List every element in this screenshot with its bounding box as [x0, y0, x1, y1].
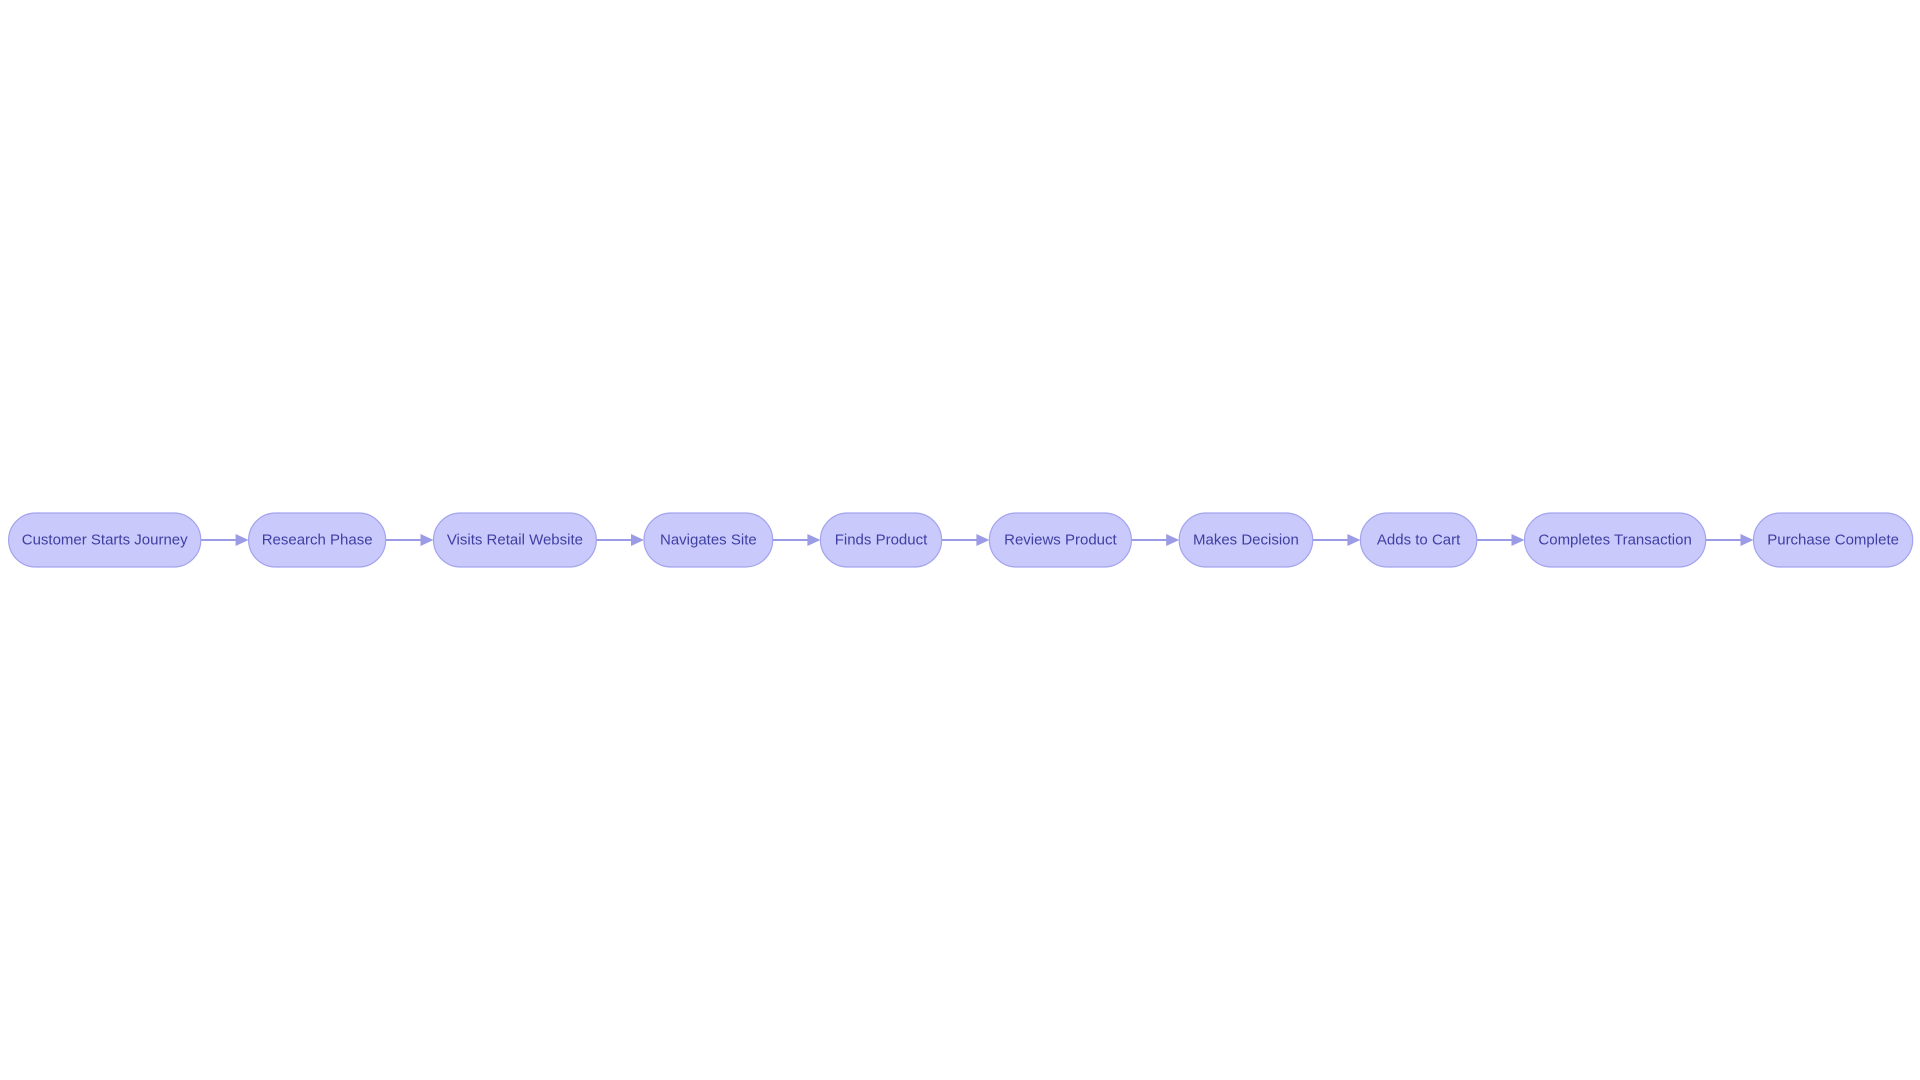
node-label: Makes Decision	[1193, 532, 1299, 549]
edge-n6-n7	[1131, 534, 1180, 546]
node-label: Navigates Site	[660, 532, 757, 549]
node-label: Visits Retail Website	[447, 532, 583, 549]
node-n4: Navigates Site	[643, 512, 774, 568]
node-n2: Research Phase	[248, 512, 387, 568]
edge-n9-n10	[1705, 534, 1754, 546]
node-n5: Finds Product	[819, 512, 943, 568]
edge-n7-n8	[1312, 534, 1361, 546]
node-label: Completes Transaction	[1538, 532, 1691, 549]
arrowhead-icon	[1347, 534, 1361, 546]
arrowhead-icon	[976, 534, 990, 546]
edge-n2-n3	[385, 534, 434, 546]
node-n8: Adds to Cart	[1359, 512, 1478, 568]
arrowhead-icon	[1511, 534, 1525, 546]
arrowhead-icon	[631, 534, 644, 546]
arrowhead-icon	[235, 534, 249, 546]
flowchart-diagram: Customer Starts Journey Research Phase Vis…	[8, 512, 1914, 568]
node-label: Adds to Cart	[1377, 532, 1461, 549]
node-label: Purchase Complete	[1767, 532, 1899, 549]
edge-n3-n4	[596, 534, 644, 546]
node-n10: Purchase Complete	[1752, 512, 1914, 568]
arrowhead-icon	[1740, 534, 1754, 546]
edge-n4-n5	[772, 534, 821, 546]
node-n9: Completes Transaction	[1523, 512, 1707, 568]
edge-n5-n6	[941, 534, 990, 546]
node-n3: Visits Retail Website	[432, 512, 597, 568]
node-label: Customer Starts Journey	[22, 532, 188, 549]
arrowhead-icon	[807, 534, 821, 546]
arrowhead-icon	[1166, 534, 1180, 546]
node-n1: Customer Starts Journey	[8, 512, 202, 568]
node-label: Research Phase	[262, 532, 373, 549]
edge-n8-n9	[1476, 534, 1525, 546]
edge-n1-n2	[200, 534, 249, 546]
node-n6: Reviews Product	[988, 512, 1133, 568]
arrowhead-icon	[420, 534, 434, 546]
node-n7: Makes Decision	[1178, 512, 1314, 568]
node-label: Finds Product	[835, 532, 928, 549]
node-label: Reviews Product	[1004, 532, 1117, 549]
